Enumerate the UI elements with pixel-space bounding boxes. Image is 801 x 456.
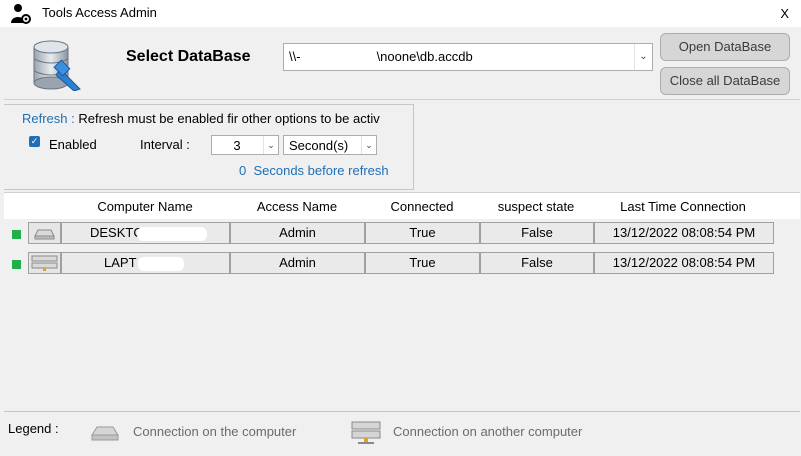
status-indicator — [12, 260, 21, 269]
network-computer-icon — [28, 252, 61, 274]
network-computer-icon — [351, 421, 381, 444]
cell-connected: True — [365, 252, 480, 274]
refresh-countdown: 0 Seconds before refresh — [239, 163, 389, 178]
interval-label: Interval : — [140, 137, 190, 152]
cell-last-time-connection: 13/12/2022 08:08:54 PM — [594, 252, 774, 274]
enabled-label: Enabled — [49, 137, 97, 152]
refresh-message-line: Refresh : Refresh must be enabled fir ot… — [22, 111, 412, 126]
table-row[interactable]: LAPT Admin True False 13/12/2022 08:08:5… — [4, 252, 800, 276]
interval-value: 3 — [233, 138, 241, 153]
title-bar: Tools Access Admin X — [0, 0, 801, 27]
countdown-text: Seconds before refresh — [253, 163, 389, 178]
cell-last-time-connection: 13/12/2022 08:08:54 PM — [594, 222, 774, 244]
cell-connected: True — [365, 222, 480, 244]
database-panel: Select DataBase \\- \noone\db.accdb ⌄ Ope… — [4, 29, 800, 100]
legend-local-text: Connection on the computer — [133, 424, 297, 439]
grid-header: Computer Name Access Name Connected susp… — [4, 193, 800, 219]
legend-label: Legend : — [8, 421, 59, 436]
interval-select[interactable]: 3 ⌄ — [211, 135, 279, 155]
chevron-down-icon[interactable]: ⌄ — [361, 136, 376, 154]
database-path-combo[interactable]: \\- \noone\db.accdb ⌄ — [283, 43, 653, 71]
interval-unit-select[interactable]: Second(s) ⌄ — [283, 135, 377, 155]
column-header-connected[interactable]: Connected — [365, 199, 479, 214]
legend-remote-text: Connection on another computer — [393, 424, 583, 439]
cell-computer-name: LAPT — [61, 252, 230, 274]
chevron-down-icon[interactable]: ⌄ — [263, 136, 278, 154]
admin-user-gear-icon — [11, 4, 31, 24]
connections-grid: Computer Name Access Name Connected susp… — [4, 192, 800, 412]
table-row[interactable]: DESKTC Admin True False 13/12/2022 08:08… — [4, 222, 800, 246]
cell-computer-name: DESKTC — [61, 222, 230, 244]
interval-unit-value: Second(s) — [289, 138, 349, 153]
cell-access-name: Admin — [230, 252, 365, 274]
refresh-message: Refresh must be enabled fir other option… — [78, 111, 380, 126]
refresh-panel: Refresh : Refresh must be enabled fir ot… — [4, 104, 414, 190]
local-computer-icon — [91, 426, 119, 441]
cell-access-name: Admin — [230, 222, 365, 244]
select-database-label: Select DataBase — [126, 48, 251, 65]
redaction-mask — [137, 227, 207, 241]
open-database-button[interactable]: Open DataBase — [660, 33, 790, 61]
database-plug-icon — [33, 40, 81, 91]
column-header-access-name[interactable]: Access Name — [230, 199, 364, 214]
close-window-button[interactable]: X — [780, 6, 789, 21]
local-computer-icon — [28, 222, 61, 244]
chevron-down-icon[interactable]: ⌄ — [634, 44, 652, 70]
window-title: Tools Access Admin — [42, 5, 157, 20]
cell-suspect-state: False — [480, 222, 594, 244]
enabled-checkbox[interactable]: ✓ — [29, 136, 40, 147]
column-header-computer-name[interactable]: Computer Name — [62, 199, 228, 214]
close-all-database-button[interactable]: Close all DataBase — [660, 67, 790, 95]
countdown-value: 0 — [239, 163, 247, 178]
status-indicator — [12, 230, 21, 239]
column-header-last-time-connection[interactable]: Last Time Connection — [594, 199, 772, 214]
refresh-link[interactable]: Refresh : — [22, 111, 75, 126]
database-path-value: \\- \noone\db.accdb — [289, 49, 473, 64]
redaction-mask — [138, 257, 184, 271]
cell-suspect-state: False — [480, 252, 594, 274]
column-header-suspect-state[interactable]: suspect state — [480, 199, 592, 214]
